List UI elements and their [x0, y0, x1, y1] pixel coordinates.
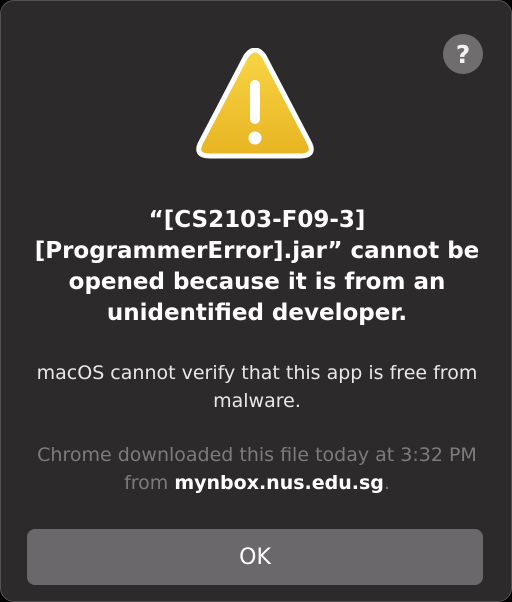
help-question-icon: ?	[455, 39, 471, 69]
source-host: mynbox.nus.edu.sg	[174, 472, 384, 494]
warning-triangle-icon	[196, 48, 314, 159]
ok-button[interactable]: OK	[27, 529, 483, 585]
dialog-message: macOS cannot verify that this app is fre…	[36, 362, 478, 412]
ok-button-label: OK	[239, 544, 271, 570]
help-button[interactable]: ?	[443, 34, 483, 74]
security-alert-dialog: ? “[CS2103-F09-3] [ProgrammerError].jar”…	[0, 0, 512, 602]
dialog-title: “[CS2103-F09-3] [ProgrammerError].jar” c…	[34, 207, 480, 326]
source-suffix: .	[383, 472, 390, 494]
download-source-text: Chrome downloaded this file today at 3:3…	[21, 441, 493, 497]
